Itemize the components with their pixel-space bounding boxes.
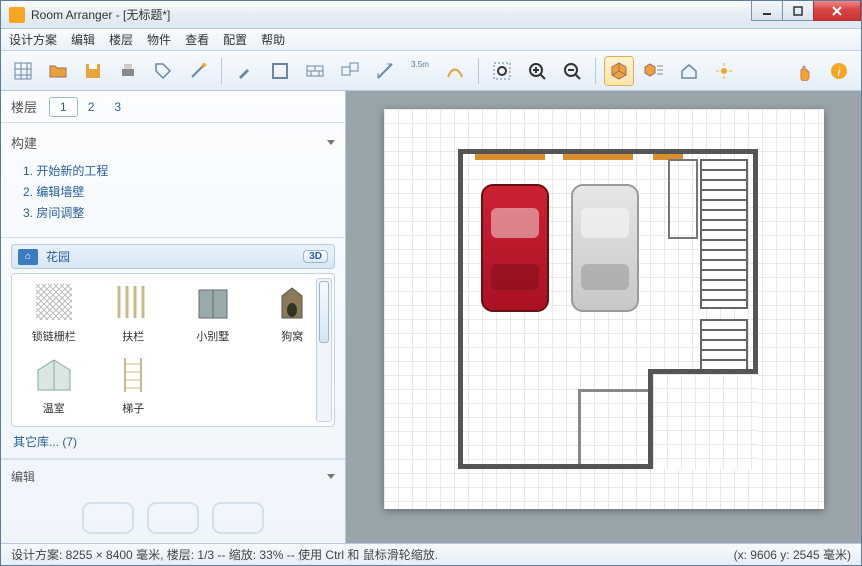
view-3d-list-icon[interactable]: [640, 57, 668, 85]
window-buttons: [752, 1, 861, 21]
car-silver[interactable]: [571, 184, 639, 312]
object-label: 锁链栅栏: [32, 328, 76, 344]
garden-header[interactable]: ⌂ 花园 3D: [11, 244, 335, 269]
menu-4[interactable]: 查看: [185, 31, 209, 48]
edit-label: 编辑: [11, 468, 35, 485]
floors-label: 楼层: [11, 97, 37, 116]
close-button[interactable]: [813, 1, 861, 21]
status-right: (x: 9606 y: 2545 毫米): [734, 546, 851, 563]
object-scrollbar[interactable]: [316, 278, 332, 422]
garden-label: 花园: [46, 248, 70, 265]
object-item-0[interactable]: 锁链栅栏: [16, 280, 92, 348]
object-thumb: [111, 280, 155, 324]
more-libraries-link[interactable]: 其它库... (7): [11, 427, 335, 452]
floors-tabs: 楼层 123: [11, 97, 335, 116]
menu-2[interactable]: 楼层: [109, 31, 133, 48]
stairs-lower[interactable]: [700, 319, 748, 375]
object-label: 小别墅: [196, 328, 229, 344]
menu-5[interactable]: 配置: [223, 31, 247, 48]
badge-3d[interactable]: 3D: [303, 250, 328, 263]
maximize-button[interactable]: [782, 1, 814, 21]
home-icon: ⌂: [18, 249, 38, 265]
menu-0[interactable]: 设计方案: [9, 31, 57, 48]
object-item-1[interactable]: 扶栏: [96, 280, 172, 348]
view-3d-icon[interactable]: [605, 57, 633, 85]
build-section: 构建 1. 开始新的工程2. 编辑墙壁3. 房间调整: [1, 123, 345, 238]
door-1[interactable]: [475, 154, 545, 160]
dim-icon[interactable]: 3.5m: [406, 57, 434, 85]
build-label: 构建: [11, 133, 37, 152]
zoom-fit-icon[interactable]: [488, 57, 516, 85]
brush-icon[interactable]: [231, 57, 259, 85]
zoom-in-icon[interactable]: [523, 57, 551, 85]
object-thumb: [32, 352, 76, 396]
object-thumb: [270, 280, 314, 324]
house-icon[interactable]: [675, 57, 703, 85]
object-thumb: [191, 280, 235, 324]
info-icon[interactable]: i: [825, 57, 853, 85]
new-project-icon[interactable]: [9, 57, 37, 85]
bricks-icon[interactable]: [301, 57, 329, 85]
object-thumb: [111, 352, 155, 396]
object-thumb: [32, 280, 76, 324]
save-icon[interactable]: [79, 57, 107, 85]
object-grid: 锁链栅栏 扶栏 小别墅 狗窝温室 梯子: [11, 273, 335, 427]
floor-tab-2[interactable]: 2: [78, 98, 105, 116]
zoom-out-icon[interactable]: [558, 57, 586, 85]
floor-plan-canvas[interactable]: [384, 109, 824, 509]
room-cutout: [648, 369, 758, 469]
object-label: 温室: [43, 400, 65, 416]
stairs-upper[interactable]: [700, 159, 748, 309]
minimize-button[interactable]: [751, 1, 783, 21]
door-2[interactable]: [563, 154, 633, 160]
content-area: 楼层 123 构建 1. 开始新的工程2. 编辑墙壁3. 房间调整 ⌂ 花园 3…: [1, 91, 861, 543]
status-left: 设计方案: 8255 × 8400 毫米, 楼层: 1/3 -- 缩放: 33%…: [11, 546, 438, 563]
title-bar: Room Arranger - [无标题*]: [1, 1, 861, 29]
object-item-2[interactable]: 小别墅: [175, 280, 251, 348]
sidebar: 楼层 123 构建 1. 开始新的工程2. 编辑墙壁3. 房间调整 ⌂ 花园 3…: [1, 91, 346, 543]
walls-icon[interactable]: [266, 57, 294, 85]
build-header[interactable]: 构建: [11, 129, 335, 156]
toolbar: 3.5m i: [1, 51, 861, 91]
inner-room[interactable]: [578, 389, 653, 464]
build-list: 1. 开始新的工程2. 编辑墙壁3. 房间调整: [11, 156, 335, 231]
svg-text:i: i: [838, 65, 841, 79]
chevron-down-icon: [327, 140, 335, 145]
effects-icon[interactable]: [710, 57, 738, 85]
app-icon: [9, 7, 25, 23]
touch-icon[interactable]: [790, 57, 818, 85]
car-red[interactable]: [481, 184, 549, 312]
menu-3[interactable]: 物件: [147, 31, 171, 48]
object-label: 梯子: [122, 400, 144, 416]
measure-icon[interactable]: [371, 57, 399, 85]
path-icon[interactable]: [441, 57, 469, 85]
build-item-0[interactable]: 1. 开始新的工程: [23, 160, 327, 181]
menu-1[interactable]: 编辑: [71, 31, 95, 48]
garden-section: ⌂ 花园 3D 锁链栅栏 扶栏 小别墅 狗窝温室 梯子 其它库... (7): [1, 238, 345, 459]
menu-bar: 设计方案编辑楼层物件查看配置帮助: [1, 29, 861, 51]
floors-section: 楼层 123: [1, 91, 345, 123]
floor-tab-1[interactable]: 1: [49, 97, 78, 117]
window-title: Room Arranger - [无标题*]: [31, 6, 170, 23]
chevron-down-icon: [327, 474, 335, 479]
object-label: 扶栏: [122, 328, 144, 344]
floor-tab-3[interactable]: 3: [104, 98, 131, 116]
room-outline[interactable]: [458, 149, 758, 469]
partition[interactable]: [668, 159, 698, 239]
object-label: 狗窝: [281, 328, 303, 344]
print-icon[interactable]: [114, 57, 142, 85]
object-item-5[interactable]: 梯子: [96, 352, 172, 420]
build-item-1[interactable]: 2. 编辑墙壁: [23, 181, 327, 202]
build-item-2[interactable]: 3. 房间调整: [23, 202, 327, 223]
object-item-4[interactable]: 温室: [16, 352, 92, 420]
canvas-viewport[interactable]: [346, 91, 861, 543]
menu-6[interactable]: 帮助: [261, 31, 285, 48]
open-icon[interactable]: [44, 57, 72, 85]
export-icon[interactable]: [149, 57, 177, 85]
status-bar: 设计方案: 8255 × 8400 毫米, 楼层: 1/3 -- 缩放: 33%…: [1, 543, 861, 565]
group-icon[interactable]: [336, 57, 364, 85]
edit-body: [1, 493, 345, 543]
wizard-icon[interactable]: [184, 57, 212, 85]
edit-header[interactable]: 编辑: [1, 459, 345, 493]
